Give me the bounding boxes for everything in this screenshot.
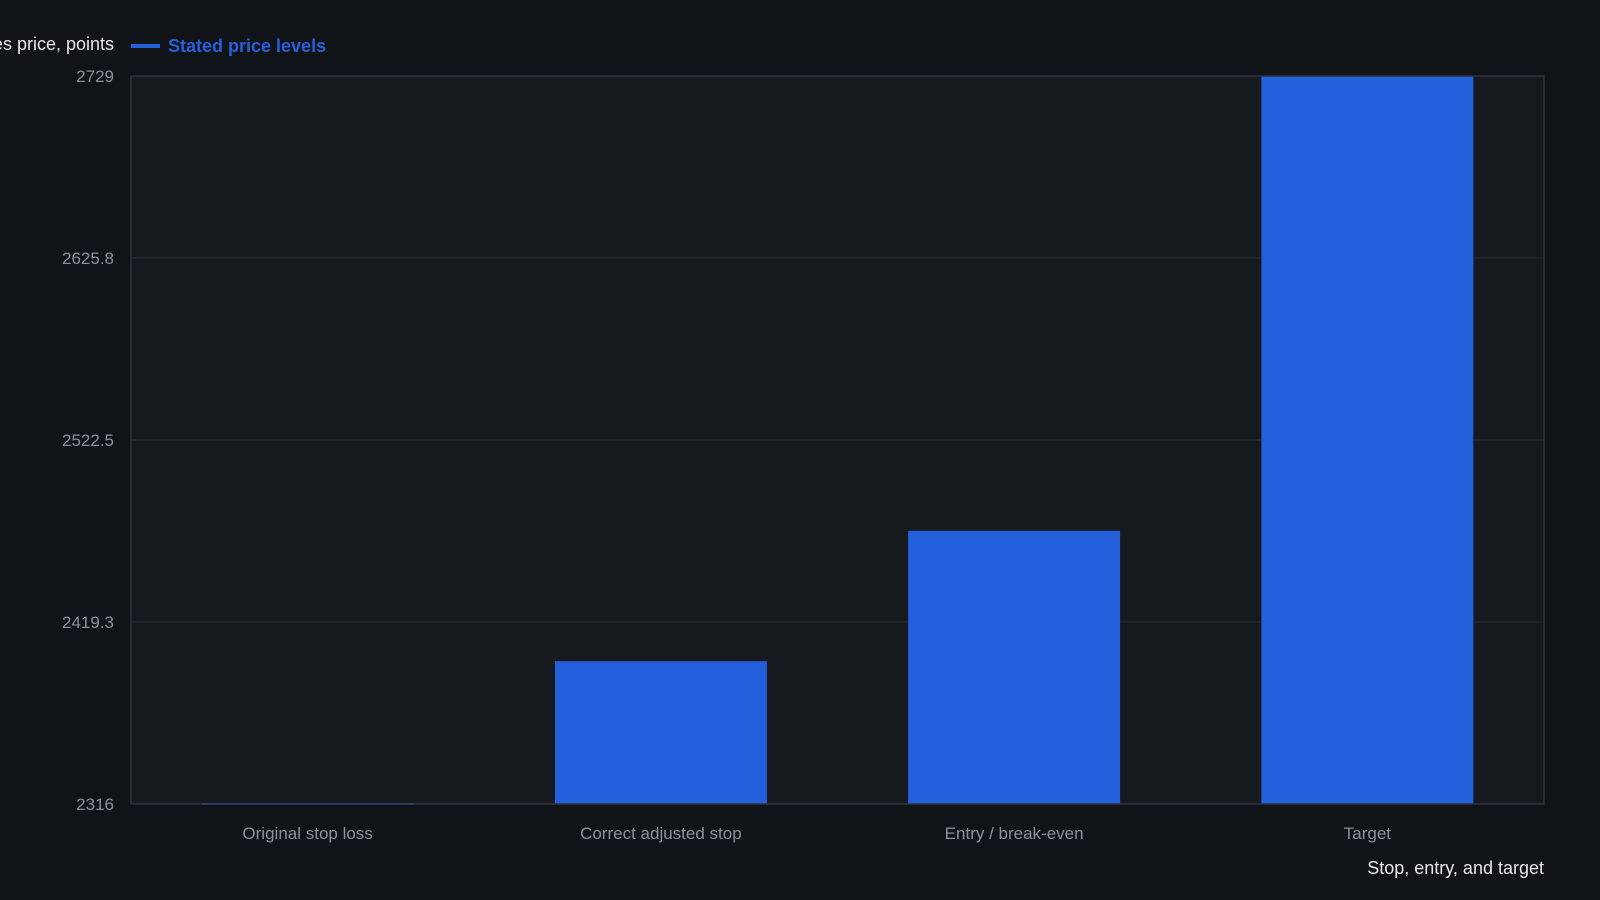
x-tick-label: Entry / break-even [945, 824, 1084, 843]
y-axis-label: Futures price, points [0, 34, 114, 54]
y-tick-label: 2522.5 [62, 431, 114, 450]
legend: Stated price levels [131, 36, 326, 56]
y-tick-labels: 2316 2419.3 2522.5 2625.8 2729 [62, 67, 114, 814]
y-tick-label: 2625.8 [62, 249, 114, 268]
x-tick-label: Target [1344, 824, 1392, 843]
x-axis-label: Stop, entry, and target [1367, 858, 1544, 878]
y-tick-label: 2419.3 [62, 613, 114, 632]
bar [1261, 76, 1474, 804]
chart-container: 2316 2419.3 2522.5 2625.8 2729 Original stop… [0, 0, 1600, 900]
x-tick-labels: Original stop loss Correct adjusted stop E… [242, 824, 1391, 843]
y-tick-label: 2316 [76, 795, 114, 814]
bar [554, 661, 767, 804]
x-tick-label: Correct adjusted stop [580, 824, 742, 843]
bar-chart: 2316 2419.3 2522.5 2625.8 2729 Original stop… [0, 34, 1545, 878]
legend-label: Stated price levels [168, 36, 326, 56]
y-tick-label: 2729 [76, 67, 114, 86]
bar [908, 530, 1121, 804]
x-tick-label: Original stop loss [242, 824, 372, 843]
